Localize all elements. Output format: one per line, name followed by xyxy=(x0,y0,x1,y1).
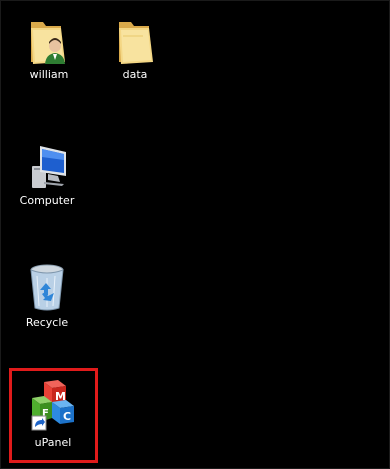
recycle-bin-icon xyxy=(30,264,64,311)
computer-icon xyxy=(32,146,66,188)
desktop-icon-william[interactable]: william xyxy=(16,16,82,82)
desktop-icon-recycle[interactable]: Recycle xyxy=(14,262,80,330)
icon-label: uPanel xyxy=(34,436,72,449)
icon-label: william xyxy=(29,68,69,81)
upanel-mcc-blocks-icon: M F C xyxy=(31,380,74,431)
desktop-icon-data[interactable]: data xyxy=(102,16,168,82)
folder-icon xyxy=(119,22,153,64)
desktop-icon-computer[interactable]: Computer xyxy=(14,140,80,208)
desktop[interactable]: william data Computer Recycle M F C uPan… xyxy=(0,0,390,469)
icon-label: Recycle xyxy=(25,316,69,329)
svg-text:C: C xyxy=(63,410,71,423)
user-folder-icon xyxy=(31,22,65,64)
desktop-icon-upanel[interactable]: M F C uPanel xyxy=(20,378,86,450)
icon-label: Computer xyxy=(19,194,75,207)
icon-label: data xyxy=(122,68,148,81)
